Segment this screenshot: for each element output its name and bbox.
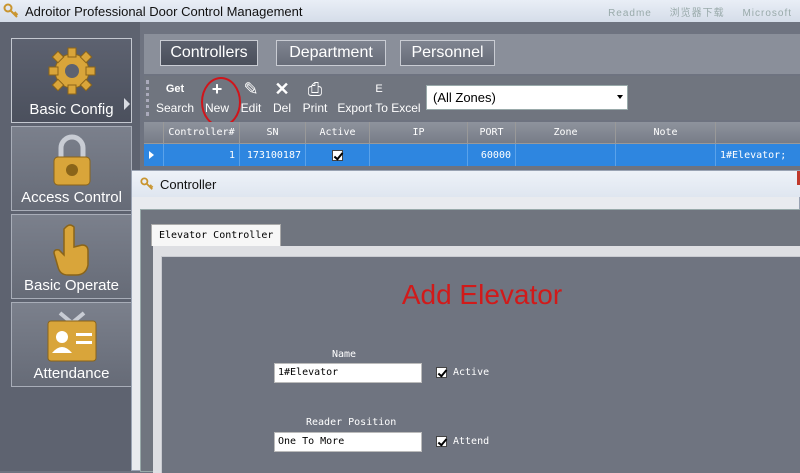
- row-pointer-icon: [149, 151, 154, 159]
- sidebar-item-attendance[interactable]: Attendance: [11, 302, 132, 387]
- tab-elevator-controller[interactable]: Elevator Controller: [151, 224, 282, 246]
- reader-position-input[interactable]: One To More: [274, 432, 422, 452]
- column-header-extra[interactable]: [716, 122, 800, 144]
- export-excel-button[interactable]: E Export To Excel: [336, 79, 422, 119]
- edit-button[interactable]: ✎ Edit: [236, 79, 266, 119]
- column-header[interactable]: Controller#: [164, 122, 240, 144]
- sidebar-item-label: Basic Config: [29, 101, 114, 118]
- sidebar-item-label: Access Control: [21, 189, 122, 206]
- sidebar-item-basic-operate[interactable]: Basic Operate: [11, 214, 132, 299]
- active-checkbox[interactable]: [332, 149, 343, 161]
- window-title: Adroitor Professional Door Control Manag…: [25, 3, 303, 19]
- controller-dialog: Controller Elevator Controller Add Eleva…: [131, 170, 800, 473]
- cell-sn[interactable]: 173100187: [240, 144, 306, 166]
- hand-pointer-icon: [52, 224, 89, 276]
- tab-bar: Controllers Department Personnel: [144, 34, 800, 74]
- attend-checkbox-field[interactable]: Attend: [436, 436, 489, 447]
- del-button[interactable]: ✕ Del: [268, 79, 296, 119]
- active-indicator-arrow: [124, 98, 130, 110]
- dropdown-caret-icon: [617, 95, 623, 99]
- sidebar: Basic Config Access Control Basic Operat…: [0, 22, 140, 471]
- app-key-icon: [3, 3, 19, 18]
- toolbar-grip[interactable]: [146, 80, 149, 116]
- tab-controllers[interactable]: Controllers: [160, 40, 258, 66]
- column-header[interactable]: Note: [616, 122, 716, 144]
- get-icon: Get: [165, 83, 185, 95]
- dialog-titlebar[interactable]: Controller: [132, 171, 800, 197]
- name-label: Name: [332, 349, 357, 360]
- cell-port[interactable]: 60000: [468, 144, 516, 166]
- gear-icon: [48, 47, 95, 95]
- sidebar-item-basic-config[interactable]: Basic Config: [11, 38, 132, 123]
- elevator-form: Add Elevator Name 1#Elevator Active Read…: [161, 256, 800, 473]
- padlock-icon: [53, 134, 90, 186]
- tab-personnel[interactable]: Personnel: [400, 40, 495, 66]
- controllers-grid: Controller# SN Active IP PORT Zone Note …: [144, 122, 800, 170]
- sidebar-item-label: Attendance: [33, 365, 110, 382]
- print-button[interactable]: ⎙ Print: [298, 79, 332, 119]
- excel-icon: E: [375, 83, 383, 95]
- active-checkbox-field[interactable]: Active: [436, 367, 489, 378]
- app-key-icon: [140, 177, 154, 190]
- sidebar-item-label: Basic Operate: [23, 277, 120, 294]
- column-header[interactable]: Zone: [516, 122, 616, 144]
- zone-select[interactable]: (All Zones): [426, 85, 628, 110]
- printer-icon: ⎙: [307, 79, 323, 99]
- row-header-corner: [144, 122, 164, 144]
- cell-active[interactable]: [306, 144, 370, 166]
- name-input[interactable]: 1#Elevator: [274, 363, 422, 383]
- id-badge-icon: [47, 311, 96, 362]
- reader-position-label: Reader Position: [306, 417, 397, 428]
- table-row[interactable]: 1 173100187 60000 1#Elevator;: [144, 144, 800, 166]
- tab-department[interactable]: Department: [276, 40, 386, 66]
- column-header[interactable]: PORT: [468, 122, 516, 144]
- cell-zone[interactable]: [516, 144, 616, 166]
- column-header[interactable]: SN: [240, 122, 306, 144]
- column-header[interactable]: IP: [370, 122, 468, 144]
- dialog-title: Controller: [160, 176, 217, 192]
- column-header[interactable]: Active: [306, 122, 370, 144]
- form-heading: Add Elevator: [401, 279, 563, 310]
- x-icon: ✕: [274, 79, 290, 99]
- dialog-body: Elevator Controller Add Elevator Name 1#…: [140, 209, 800, 473]
- cell-controller[interactable]: 1: [164, 144, 240, 166]
- active-checkbox[interactable]: [436, 367, 447, 378]
- pencil-icon: ✎: [243, 79, 259, 99]
- window-titlebar: Adroitor Professional Door Control Manag…: [0, 0, 800, 22]
- cell-note[interactable]: [616, 144, 716, 166]
- blurred-taskbar-text: Readme 浏览器下载 Microsoft: [608, 8, 792, 19]
- sidebar-item-access-control[interactable]: Access Control: [11, 126, 132, 211]
- cell-ip[interactable]: [370, 144, 468, 166]
- attend-checkbox[interactable]: [436, 436, 447, 447]
- search-button[interactable]: Get Search: [154, 79, 196, 119]
- dialog-panel: Add Elevator Name 1#Elevator Active Read…: [153, 246, 800, 473]
- row-selector[interactable]: [144, 144, 164, 166]
- cell-extra[interactable]: 1#Elevator;: [716, 144, 800, 166]
- highlight-circle: [201, 77, 241, 127]
